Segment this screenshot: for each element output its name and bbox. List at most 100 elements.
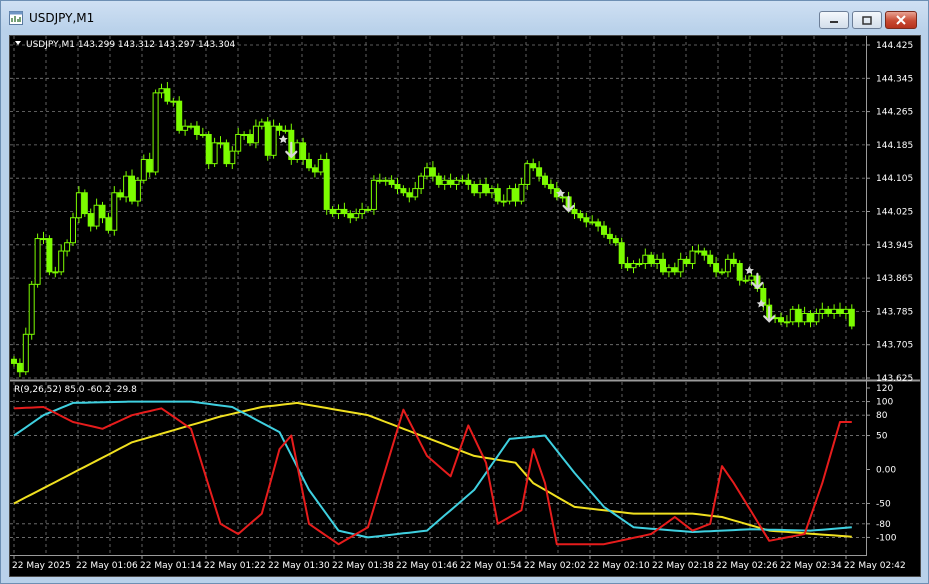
price-tick-label: 144.345: [876, 74, 913, 84]
candle: [81, 189, 88, 217]
candle: [819, 302, 826, 319]
price-tick-label: 144.265: [876, 108, 913, 118]
candle: [75, 186, 82, 224]
candle: [99, 201, 106, 224]
candle: [129, 169, 135, 205]
candle: [795, 304, 802, 328]
candle: [465, 173, 472, 190]
candle: [188, 122, 194, 130]
candle: [606, 227, 613, 244]
candle: [654, 254, 661, 269]
candle: [471, 181, 478, 197]
maximize-button[interactable]: [852, 11, 882, 29]
candle: [624, 256, 631, 272]
candle: [459, 175, 466, 184]
candle: [831, 304, 838, 319]
price-tick-label: 143.625: [876, 374, 913, 384]
candle: [583, 212, 590, 228]
candle: [813, 308, 820, 326]
indicator-tick-label: 80: [876, 411, 888, 421]
candle: [199, 127, 206, 138]
candle: [164, 82, 171, 105]
candle: [317, 154, 324, 176]
candle: [500, 194, 507, 207]
cyan-indicator-line: [13, 400, 852, 539]
candle: [34, 233, 41, 288]
price-tick-label: 144.425: [876, 41, 913, 51]
candle: [376, 173, 383, 184]
close-button[interactable]: [885, 11, 917, 29]
candle: [158, 83, 165, 99]
candle: [252, 119, 259, 149]
candle: [506, 185, 513, 205]
candle: [52, 266, 59, 278]
minimize-button[interactable]: [819, 11, 849, 29]
candle: [258, 118, 265, 130]
candle: [176, 96, 183, 134]
price-axis: 144.425 144.345 144.265 144.185 144.105 144.0…: [866, 41, 913, 384]
candle: [16, 358, 23, 378]
candle: [217, 136, 224, 149]
candle: [300, 137, 307, 165]
candle: [134, 176, 141, 207]
candle: [311, 164, 318, 178]
candle: [807, 310, 814, 328]
candle: [683, 256, 690, 267]
chart-area[interactable]: 144.425 144.345 144.265 144.185 144.105 144.0…: [9, 35, 921, 577]
candle: [618, 237, 625, 269]
candle: [58, 244, 65, 276]
time-tick-label: 22 May 02:02: [524, 561, 586, 571]
window-title: USDJPY,M1: [29, 11, 95, 25]
candle: [530, 158, 537, 172]
main-info-text: USDJPY,M1 143.299 143.312 143.297 143.30…: [26, 40, 236, 50]
indicator-axis: 120 100 80 50 0.00 -50 -80 -100: [866, 384, 897, 543]
chart-window-icon: [9, 11, 23, 25]
time-tick-label: 22 May 01:14: [140, 561, 202, 571]
candle: [435, 172, 442, 188]
candle: [789, 305, 796, 326]
title-bar[interactable]: USDJPY,M1: [1, 1, 928, 37]
candle: [193, 121, 200, 140]
candle: [87, 208, 94, 232]
triangle-down-icon: [15, 41, 21, 45]
time-tick-label: 22 May 01:22: [204, 561, 266, 571]
candle: [223, 139, 230, 167]
yellow-indicator-line: [13, 401, 852, 538]
candle: [205, 131, 212, 170]
candle: [825, 305, 832, 317]
candle: [660, 252, 666, 276]
candle: [783, 315, 790, 328]
candle: [247, 129, 253, 147]
time-tick-label: 22 May 02:34: [780, 561, 842, 571]
time-tick-label: 22 May 02:42: [844, 561, 906, 571]
candle: [447, 173, 454, 188]
candle: [601, 221, 607, 238]
candle: [689, 246, 696, 269]
candle: [406, 187, 413, 203]
indicator-tick-label: -50: [876, 499, 891, 509]
main-grid: [10, 36, 866, 379]
time-tick-label: 22 May 2025: [12, 561, 71, 571]
candle: [418, 172, 425, 195]
time-axis: 22 May 2025 22 May 01:06 22 May 01:14 22 Ma…: [12, 555, 906, 571]
candle: [105, 212, 112, 234]
candle: [665, 264, 672, 278]
candle: [40, 231, 47, 244]
candle: [370, 175, 377, 215]
candle: [707, 250, 714, 267]
candle: [400, 185, 407, 197]
candle: [512, 183, 519, 207]
candle: [182, 119, 189, 136]
price-tick-label: 143.945: [876, 241, 913, 251]
candle: [146, 152, 153, 178]
price-chart[interactable]: 144.425 144.345 144.265 144.185 144.105 144.0…: [10, 36, 920, 576]
candle: [306, 152, 312, 172]
candle: [524, 160, 531, 190]
candle: [170, 97, 177, 107]
candle: [801, 306, 808, 326]
indicator-lines: [13, 400, 852, 546]
time-tick-label: 22 May 01:54: [460, 561, 522, 571]
time-tick-label: 22 May 02:10: [588, 561, 650, 571]
candle: [477, 179, 484, 199]
candle: [282, 125, 289, 134]
